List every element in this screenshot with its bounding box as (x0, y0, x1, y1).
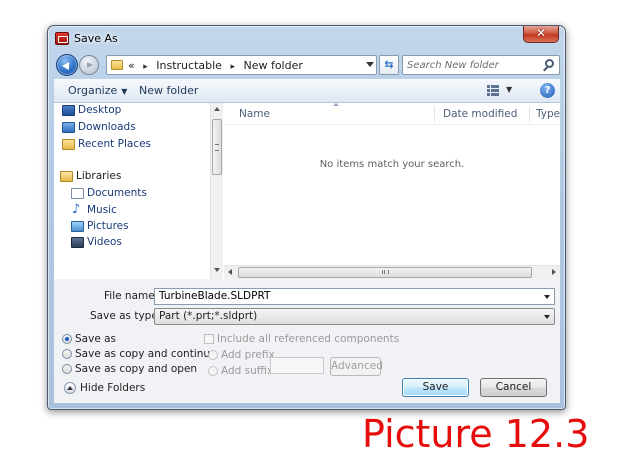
command-toolbar: Organize ▼ New folder ▼ ? (54, 79, 560, 103)
hide-folders-button[interactable]: Hide Folders (80, 382, 145, 394)
save-button[interactable]: Save (402, 378, 469, 397)
back-button[interactable] (56, 54, 78, 76)
search-icon[interactable] (545, 59, 554, 68)
save-as-radio[interactable]: Save as (62, 333, 116, 345)
nav-vertical-scrollbar[interactable] (210, 103, 223, 279)
search-box[interactable] (402, 55, 560, 75)
view-options-icon[interactable] (487, 85, 499, 96)
scroll-up-icon[interactable] (214, 107, 220, 111)
forward-button[interactable] (79, 55, 99, 75)
add-prefix-radio[interactable]: Add prefix (208, 349, 275, 361)
breadcrumb-instructable[interactable]: Instructable (156, 59, 222, 72)
include-referenced-checkbox[interactable]: Include all referenced components (204, 333, 399, 345)
breadcrumb-separator-icon[interactable]: ▸ (230, 62, 235, 72)
collapse-up-icon[interactable] (64, 382, 76, 394)
file-name-area: File name: Save as type: Part (*.prt;*.s… (54, 279, 560, 329)
checkbox-icon[interactable] (204, 334, 214, 344)
radio-icon[interactable] (208, 366, 218, 376)
file-list-pane: Name Date modified Type No items match y… (224, 103, 560, 279)
radio-icon[interactable] (62, 349, 72, 359)
cancel-button[interactable]: Cancel (480, 378, 547, 397)
add-suffix-radio[interactable]: Add suffix (208, 365, 273, 377)
search-input[interactable] (407, 58, 537, 72)
column-header-date-modified[interactable]: Date modified (443, 108, 517, 120)
folder-icon (111, 60, 123, 70)
empty-folder-message: No items match your search. (319, 159, 465, 170)
solidworks-app-icon (55, 32, 69, 45)
nav-item-recent-places[interactable]: Recent Places (62, 138, 151, 152)
refresh-button[interactable]: ⇆ (379, 55, 399, 75)
music-icon (71, 202, 84, 217)
file-name-input[interactable] (159, 290, 539, 302)
new-folder-button[interactable]: New folder (139, 84, 198, 97)
help-icon[interactable]: ? (540, 83, 555, 98)
navigation-pane: Desktop Downloads Recent Places Librarie… (54, 103, 179, 279)
chevron-down-icon[interactable]: ▼ (506, 85, 512, 94)
organize-button[interactable]: Organize ▼ (68, 84, 127, 97)
breadcrumb-separator-icon[interactable]: ▸ (143, 62, 148, 72)
column-header-type[interactable]: Type (536, 108, 560, 120)
advanced-button[interactable]: Advanced (330, 357, 383, 376)
breadcrumb: « ▸ Instructable ▸ New folder (128, 59, 303, 72)
browser-content: Desktop Downloads Recent Places Librarie… (54, 103, 560, 279)
pictures-icon (71, 221, 84, 232)
save-as-copy-open-radio[interactable]: Save as copy and open (62, 363, 197, 375)
nav-item-libraries[interactable]: Libraries (60, 170, 121, 184)
save-as-dialog: Save As ✕ « ▸ Instructable ▸ New folder … (47, 25, 566, 410)
desktop-icon (62, 105, 75, 116)
save-options-area: Save as Save as copy and continue Save a… (54, 329, 560, 403)
nav-item-desktop[interactable]: Desktop (62, 104, 121, 118)
chevron-down-icon[interactable] (544, 315, 550, 319)
title-bar[interactable]: Save As ✕ (48, 26, 565, 50)
column-header-row: Name Date modified Type (224, 103, 560, 125)
nav-item-videos[interactable]: Videos (71, 236, 122, 250)
save-as-copy-continue-radio[interactable]: Save as copy and continue (62, 348, 217, 360)
address-dropdown-icon[interactable] (366, 62, 374, 67)
file-name-label: File name: (104, 290, 159, 302)
radio-icon[interactable] (62, 364, 72, 374)
column-divider[interactable] (434, 106, 435, 122)
scroll-right-icon[interactable] (552, 269, 556, 275)
file-list-horizontal-scrollbar[interactable] (224, 265, 560, 279)
downloads-icon (62, 122, 75, 133)
chevron-down-icon[interactable] (544, 295, 550, 299)
prefix-suffix-input[interactable] (270, 357, 324, 374)
column-divider[interactable] (529, 106, 530, 122)
breadcrumb-new-folder[interactable]: New folder (243, 59, 302, 72)
videos-icon (71, 237, 84, 248)
nav-item-downloads[interactable]: Downloads (62, 121, 136, 135)
breadcrumb-overflow[interactable]: « (128, 59, 135, 72)
picture-caption: Picture 12.3 (362, 412, 590, 456)
libraries-icon (60, 171, 73, 182)
documents-icon (71, 188, 84, 199)
window-title: Save As (74, 32, 118, 45)
radio-icon[interactable] (208, 350, 218, 360)
address-bar[interactable]: « ▸ Instructable ▸ New folder (106, 55, 377, 75)
radio-icon[interactable] (62, 334, 72, 344)
close-button[interactable]: ✕ (523, 26, 559, 43)
file-name-field[interactable] (154, 288, 555, 305)
save-as-type-label: Save as type: (90, 310, 162, 322)
save-as-type-select[interactable]: Part (*.prt;*.sldprt) (154, 308, 555, 325)
nav-item-music[interactable]: Music (72, 202, 117, 218)
column-header-name[interactable]: Name (239, 108, 270, 120)
sort-indicator-icon (333, 103, 339, 106)
nav-item-documents[interactable]: Documents (71, 187, 147, 201)
nav-item-pictures[interactable]: Pictures (71, 220, 129, 234)
scroll-thumb[interactable] (212, 119, 222, 175)
scroll-down-icon[interactable] (214, 268, 220, 272)
chevron-down-icon: ▼ (121, 87, 128, 96)
scroll-left-icon[interactable] (228, 269, 232, 275)
save-as-type-value: Part (*.prt;*.sldprt) (159, 310, 258, 322)
scroll-thumb[interactable] (238, 267, 532, 278)
recent-places-icon (62, 139, 75, 150)
